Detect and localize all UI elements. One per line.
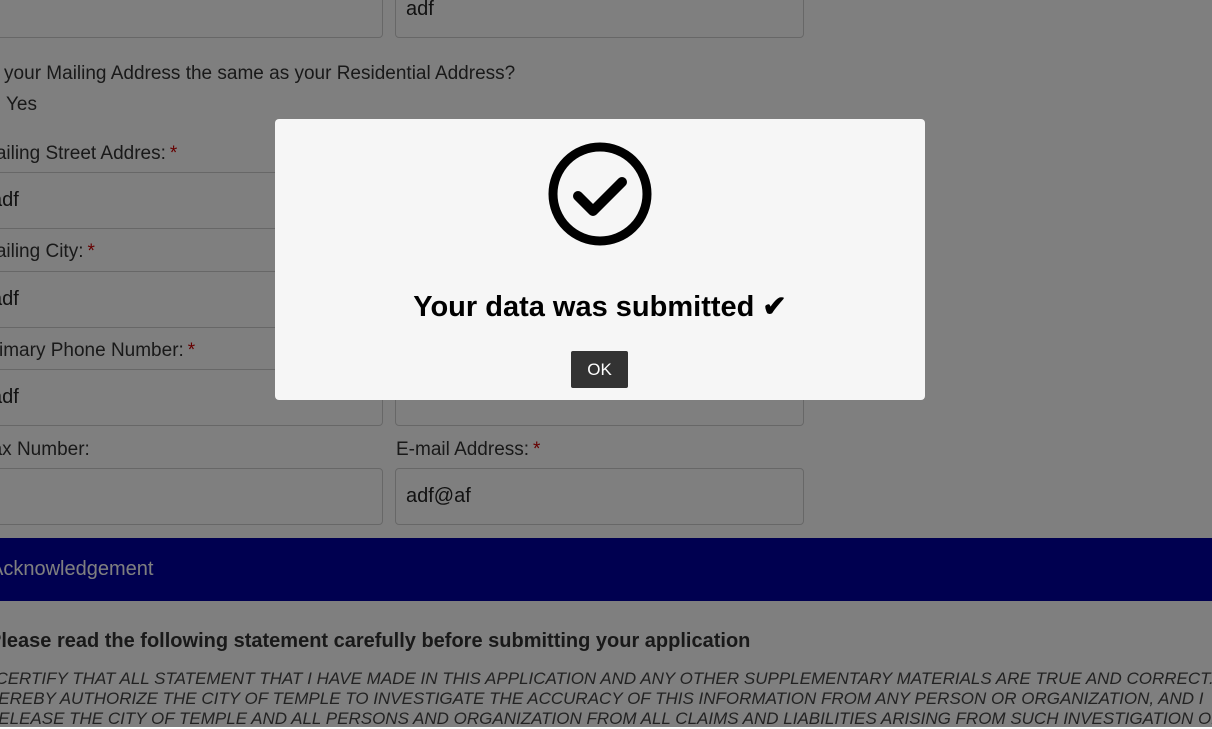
check-circle-icon (548, 142, 652, 246)
submission-success-dialog: Your data was submitted ✔ OK (275, 119, 925, 400)
dialog-message: Your data was submitted ✔ (413, 291, 787, 323)
ok-button[interactable]: OK (571, 351, 628, 388)
